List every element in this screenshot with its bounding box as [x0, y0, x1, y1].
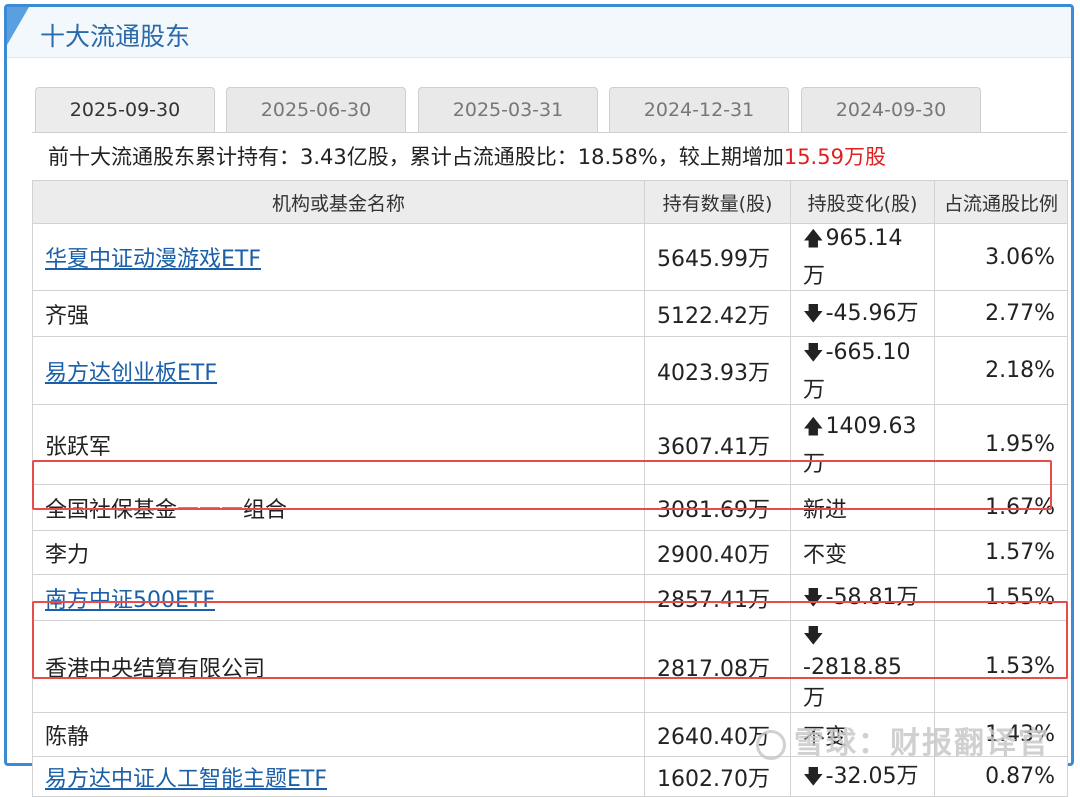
holding-change-value: 不变 — [803, 542, 848, 568]
holding-change-value: -58.81万 — [825, 584, 919, 610]
holding-quantity: 2817.08万 — [644, 620, 791, 713]
float-share-ratio: 2.77% — [934, 290, 1068, 337]
arrow-down-icon: 🡇 — [803, 300, 824, 325]
holder-name-cell[interactable]: 南方中证500ETF — [32, 574, 645, 621]
float-share-ratio: 2.18% — [934, 336, 1068, 405]
holder-name-link[interactable]: 南方中证500ETF — [45, 588, 215, 613]
float-share-ratio: 1.95% — [934, 404, 1068, 485]
tab-2025-06-30[interactable]: 2025-06-30 — [226, 87, 406, 133]
summary-text: 前十大流通股东累计持有：3.43亿股，累计占流通股比：18.58%，较上期增加 — [48, 145, 784, 169]
holding-change-value: -45.96万 — [825, 300, 919, 326]
float-share-ratio: 1.57% — [934, 530, 1068, 575]
holder-name: 齐强 — [45, 303, 90, 329]
table-row: 香港中央结算有限公司 2817.08万 🡇 -2818.85万 1.53% — [32, 620, 1068, 713]
holder-name-cell: 张跃军 — [32, 404, 645, 485]
holding-change-value: 新进 — [803, 497, 848, 523]
table-row: 南方中证500ETF 2857.41万 🡇-58.81万 1.55% — [32, 574, 1068, 621]
tab-2024-09-30[interactable]: 2024-09-30 — [801, 87, 981, 133]
holder-name-cell: 香港中央结算有限公司 — [32, 620, 645, 713]
holding-change: 🡇 -2818.85万 — [790, 620, 935, 713]
holdings-summary: 前十大流通股东累计持有：3.43亿股，累计占流通股比：18.58%，较上期增加1… — [32, 132, 1067, 180]
arrow-up-icon: 🡅 — [803, 226, 824, 250]
holding-quantity: 2900.40万 — [644, 530, 791, 575]
holding-quantity: 5122.42万 — [644, 290, 791, 337]
holding-change: 不变 — [790, 530, 935, 575]
holder-name: 陈静 — [45, 724, 90, 750]
holder-name-cell: 陈静 — [32, 712, 645, 757]
float-share-ratio: 1.67% — [934, 484, 1068, 531]
table-row: 华夏中证动漫游戏ETF 5645.99万 🡅965.14万 3.06% — [32, 223, 1068, 291]
holder-name-link[interactable]: 华夏中证动漫游戏ETF — [45, 247, 261, 272]
holding-change: 🡇-58.81万 — [790, 574, 935, 621]
holder-name: 张跃军 — [45, 434, 112, 460]
col-header-holding: 持有数量(股) — [644, 180, 791, 224]
header-corner-decoration — [7, 7, 29, 45]
table-row: 易方达中证人工智能主题ETF 1602.70万 🡇-32.05万 0.87% — [32, 756, 1068, 797]
table-row: 全国社保基金一一一组合 3081.69万 新进 1.67% — [32, 484, 1068, 531]
holder-name-link[interactable]: 易方达创业板ETF — [45, 361, 217, 386]
float-share-ratio: 0.87% — [934, 756, 1068, 797]
col-header-ratio: 占流通股比例 — [934, 180, 1068, 224]
panel-title: 十大流通股东 — [40, 22, 191, 51]
panel-header: 十大流通股东 — [7, 7, 1071, 58]
holding-quantity: 4023.93万 — [644, 336, 791, 405]
float-share-ratio: 1.55% — [934, 574, 1068, 621]
holding-change: 🡅1409.63万 — [790, 404, 935, 485]
tab-2024-12-31[interactable]: 2024-12-31 — [609, 87, 789, 133]
holder-name-cell[interactable]: 易方达中证人工智能主题ETF — [32, 756, 645, 797]
holding-change: 🡇-665.10万 — [790, 336, 935, 405]
table-row: 易方达创业板ETF 4023.93万 🡇-665.10万 2.18% — [32, 336, 1068, 405]
holding-change: 新进 — [790, 484, 935, 531]
watermark-text: 雪球：财报翻译官 — [794, 726, 1050, 761]
holding-quantity: 2857.41万 — [644, 574, 791, 621]
holding-quantity: 1602.70万 — [644, 756, 791, 797]
holder-name-link[interactable]: 易方达中证人工智能主题ETF — [45, 767, 327, 792]
holder-name-cell[interactable]: 易方达创业板ETF — [32, 336, 645, 405]
date-tabs: 2025-09-30 2025-06-30 2025-03-31 2024-12… — [35, 87, 1070, 135]
tab-2025-09-30[interactable]: 2025-09-30 — [35, 87, 215, 135]
holding-change-value: -2818.85万 — [803, 655, 902, 711]
holding-change-value: -32.05万 — [825, 763, 919, 789]
holder-name-cell[interactable]: 华夏中证动漫游戏ETF — [32, 223, 645, 291]
holder-name: 香港中央结算有限公司 — [45, 656, 266, 682]
col-header-change: 持股变化(股) — [790, 180, 935, 224]
holder-name: 李力 — [45, 542, 90, 568]
holder-name-cell: 齐强 — [32, 290, 645, 337]
arrow-down-icon: 🡇 — [803, 584, 824, 609]
arrow-up-icon: 🡅 — [803, 413, 824, 438]
holding-change: 🡇-45.96万 — [790, 290, 935, 337]
table-row: 齐强 5122.42万 🡇-45.96万 2.77% — [32, 290, 1068, 337]
holding-quantity: 3607.41万 — [644, 404, 791, 485]
arrow-down-icon: 🡇 — [803, 763, 824, 788]
float-share-ratio: 1.53% — [934, 620, 1068, 713]
holder-name-cell: 全国社保基金一一一组合 — [32, 484, 645, 531]
table-header-row: 机构或基金名称 持有数量(股) 持股变化(股) 占流通股比例 — [32, 180, 1068, 224]
arrow-down-icon: 🡇 — [803, 339, 824, 364]
holding-change: 🡅965.14万 — [790, 223, 935, 291]
holding-quantity: 5645.99万 — [644, 223, 791, 291]
summary-increase: 15.59万股 — [783, 145, 886, 169]
watermark: 雪球：财报翻译官 — [756, 718, 1050, 762]
arrow-down-icon: 🡇 — [803, 623, 824, 647]
float-share-ratio: 3.06% — [934, 223, 1068, 291]
shareholders-table: 机构或基金名称 持有数量(股) 持股变化(股) 占流通股比例 华夏中证动漫游戏E… — [32, 180, 1068, 797]
holder-name: 全国社保基金一一一组合 — [45, 497, 288, 523]
holding-quantity: 3081.69万 — [644, 484, 791, 531]
holding-change: 🡇-32.05万 — [790, 756, 935, 797]
col-header-name: 机构或基金名称 — [32, 180, 645, 224]
tab-2025-03-31[interactable]: 2025-03-31 — [418, 87, 598, 133]
table-row: 李力 2900.40万 不变 1.57% — [32, 530, 1068, 575]
holder-name-cell: 李力 — [32, 530, 645, 575]
table-row: 张跃军 3607.41万 🡅1409.63万 1.95% — [32, 404, 1068, 485]
snowball-logo-icon — [756, 729, 786, 760]
